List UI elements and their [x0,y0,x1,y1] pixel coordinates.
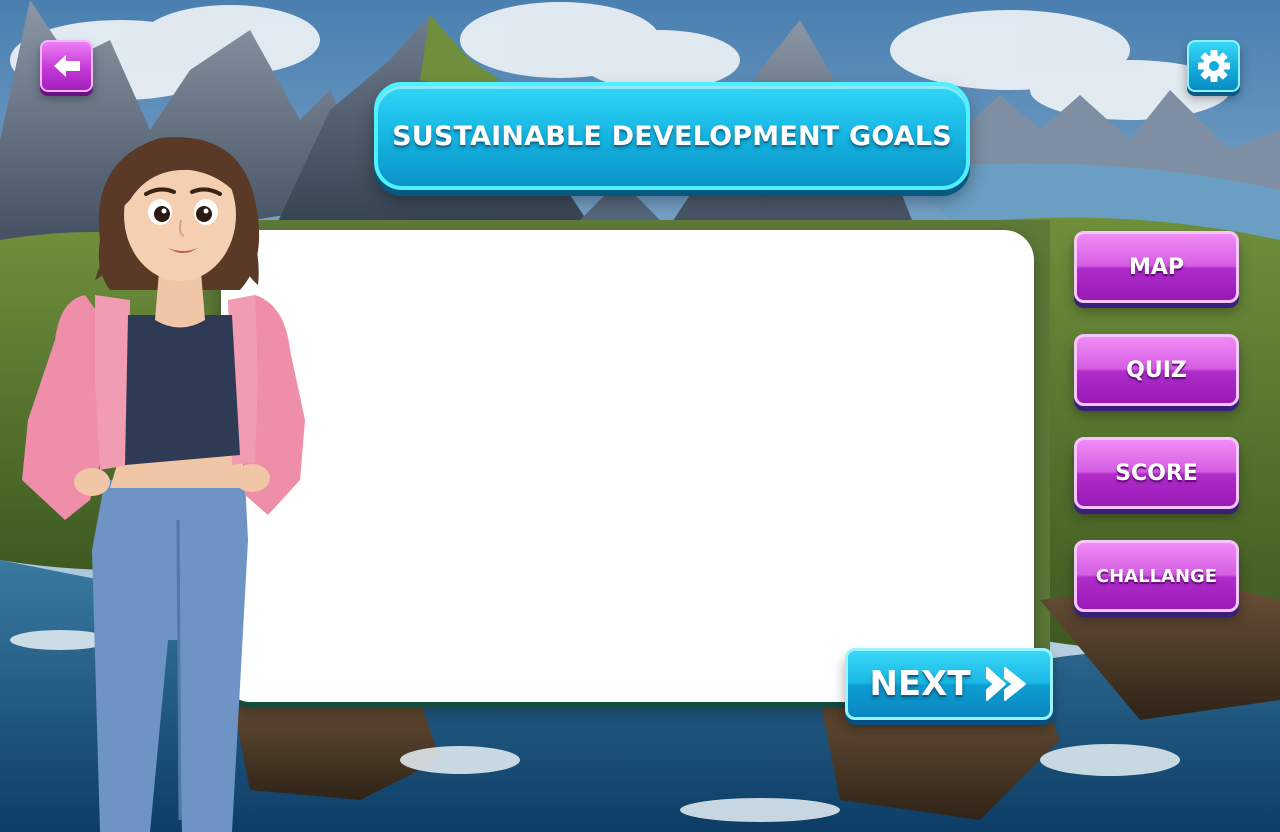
quiz-button[interactable]: QUIZ [1074,334,1239,406]
map-button-label: MAP [1128,254,1185,280]
challange-button-label: CHALLANGE [1095,565,1218,587]
title-banner: SUSTAINABLE DEVELOPMENT GOALS [374,82,970,190]
content-panel [221,230,1034,702]
double-chevron-right-icon [985,667,1026,701]
back-button[interactable] [40,40,93,92]
guide-character [22,137,305,832]
page-title: SUSTAINABLE DEVELOPMENT GOALS [392,120,952,152]
quiz-button-label: QUIZ [1126,357,1187,383]
next-button-label: NEXT [869,664,971,704]
settings-button[interactable] [1187,40,1240,92]
gear-icon [1197,50,1230,82]
arrow-left-icon [53,55,80,77]
challange-button[interactable]: CHALLANGE [1074,540,1239,612]
score-button[interactable]: SCORE [1074,437,1239,509]
map-button[interactable]: MAP [1074,231,1239,303]
score-button-label: SCORE [1115,460,1198,486]
next-button[interactable]: NEXT [845,648,1053,720]
